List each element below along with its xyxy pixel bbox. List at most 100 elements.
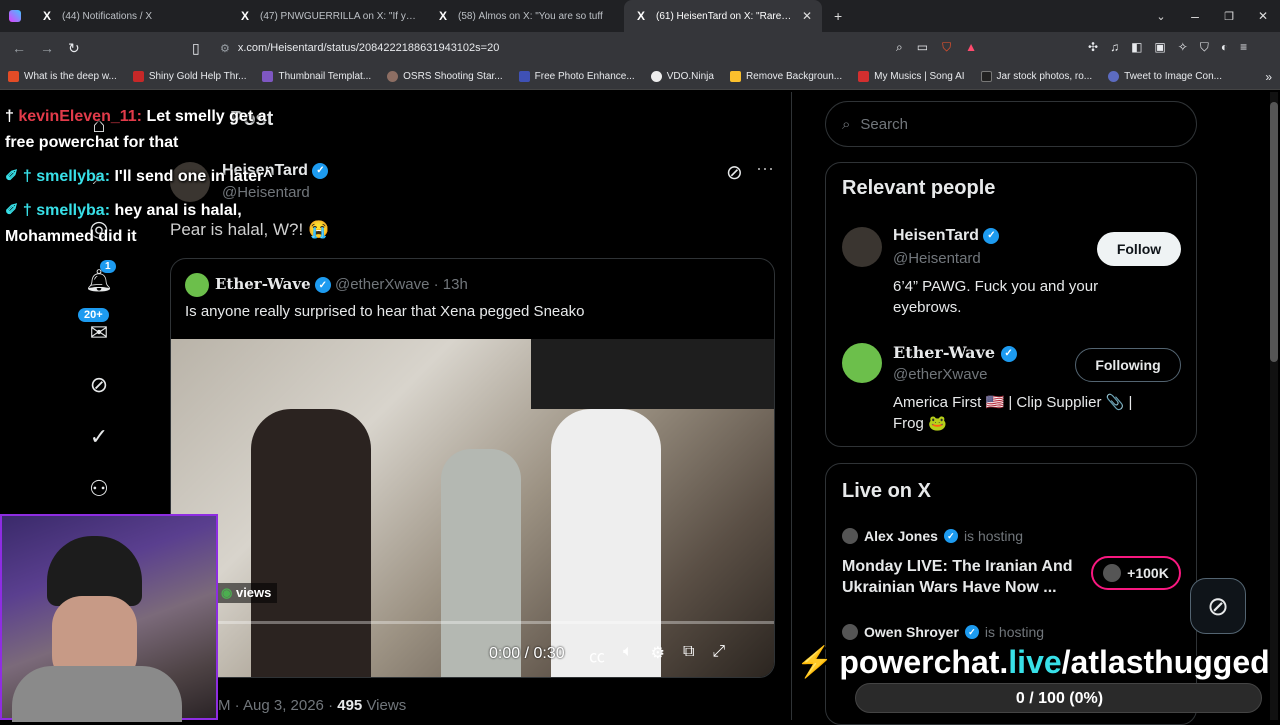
wallet-icon[interactable]: ▣ (1154, 40, 1165, 55)
zoom-icon[interactable]: ⌕ (896, 40, 903, 55)
person-name[interactable]: Ether-Wave (893, 343, 995, 362)
quoted-time: · 13h (433, 276, 468, 293)
bookmark-item[interactable]: Jar stock photos, ro... (973, 71, 1101, 82)
post-timestamp[interactable]: M · Aug 3, 2026 · (218, 697, 333, 714)
back-icon[interactable]: ← (12, 40, 26, 56)
host-status: is hosting (984, 624, 1045, 640)
forward-icon[interactable]: → (40, 40, 54, 56)
tab-title: (47) PNWGUERRILLA on X: "If you ha (260, 10, 416, 22)
media-icon[interactable]: ♫ (1110, 40, 1119, 55)
restore-icon[interactable]: ❐ (1212, 10, 1246, 23)
close-tab-icon[interactable]: ✕ (802, 9, 812, 23)
person-name-row: Ether-Wave ✓ (893, 343, 1017, 362)
live-title[interactable]: Monday LIVE: The Iranian And Ukrainian W… (842, 556, 1082, 598)
person-handle: @Heisentard (893, 250, 981, 267)
tab-title: (61) HeisenTard on X: "Rare snea (656, 10, 794, 22)
browser-tab[interactable]: X (47) PNWGUERRILLA on X: "If you ha (228, 0, 426, 32)
following-button[interactable]: Following (1075, 348, 1181, 382)
search-placeholder: Search (860, 115, 908, 133)
notification-badge: 1 (100, 260, 116, 273)
notifications-icon[interactable]: 🔔︎ 1 (84, 260, 116, 296)
tab-title: (58) Álmos on X: "You are so tuff (458, 10, 603, 22)
goal-progress-bar: 0 / 100 (0%) (855, 683, 1262, 713)
video-player[interactable]: ◉ views 0:00 / 0:30 ㏄ 🔈︎ ⚙ ⧉ ⤢ (171, 339, 774, 677)
brave-rewards-icon[interactable]: ▲ (965, 40, 977, 55)
profile-icon[interactable]: ◐ (1221, 40, 1228, 55)
post-views-label: Views (366, 697, 407, 714)
messages-icon[interactable]: ✉ 20+ (78, 308, 114, 348)
close-window-icon[interactable]: ✕ (1246, 9, 1280, 23)
post-views-count: 495 (337, 697, 363, 714)
scrollbar-thumb[interactable] (1270, 102, 1278, 362)
person-name[interactable]: HeisenTard (893, 227, 979, 244)
range-hood (531, 339, 774, 409)
follow-button[interactable]: Follow (1097, 232, 1181, 266)
bookmark-icon[interactable]: ▯ (192, 40, 200, 57)
x-logo-icon: X (438, 9, 447, 23)
bookmark-item[interactable]: OSRS Shooting Star... (379, 71, 511, 82)
minimize-icon[interactable]: – (1178, 8, 1212, 24)
grok-float-button[interactable]: ⊘ (1190, 578, 1246, 634)
bookmark-item[interactable]: What is the deep w... (0, 71, 125, 82)
popout-icon[interactable]: ⧉ (683, 643, 694, 667)
goal-progress-text: 0 / 100 (0%) (1015, 690, 1104, 707)
vpn-icon[interactable]: ⛉ (1200, 40, 1209, 55)
webcam-hoodie (12, 666, 182, 722)
bookmark-item[interactable]: Free Photo Enhance... (511, 71, 643, 82)
profile-nav-icon[interactable]: ⚇ (84, 474, 114, 504)
bookmark-item[interactable]: My Musics | Song AI (850, 71, 972, 82)
bookmark-item[interactable]: Remove Backgroun... (722, 71, 850, 82)
avatar[interactable] (842, 227, 882, 267)
site-info-icon[interactable]: ⚙ (220, 42, 230, 55)
brave-shield-icon[interactable]: ⛉ (942, 40, 951, 55)
bookmark-item[interactable]: VDO.Ninja (643, 71, 722, 82)
live-host-row[interactable]: Alex Jones ✓ is hosting (842, 528, 1023, 544)
post-meta: M · Aug 3, 2026 · 495 Views (218, 697, 406, 714)
browser-tab[interactable]: X (58) Álmos on X: "You are so tuff (426, 0, 624, 32)
host-name: Alex Jones (864, 528, 938, 544)
quoted-author-name: Ether-Wave (215, 275, 311, 293)
video-progress[interactable] (171, 621, 774, 624)
video-figure (441, 449, 521, 677)
bookmarks-overflow-icon[interactable]: » (1257, 70, 1280, 84)
bookmarks-bar: What is the deep w... Shiny Gold Help Th… (0, 64, 1280, 90)
reload-icon[interactable]: ↻ (68, 40, 80, 57)
captions-icon[interactable]: ㏄ (589, 643, 605, 667)
browser-menu-icon[interactable] (0, 10, 30, 22)
cast-icon[interactable]: ▭ (917, 40, 928, 55)
leo-icon[interactable]: ✧ (1178, 40, 1188, 55)
live-host-row[interactable]: Owen Shroyer ✓ is hosting (842, 624, 1044, 640)
search-icon: ⌕ (842, 115, 851, 133)
search-input[interactable]: ⌕ Search (825, 101, 1197, 147)
verified-icon[interactable]: ✓ (84, 422, 114, 452)
bookmark-item[interactable]: Thumbnail Templat... (254, 71, 379, 82)
browser-tab[interactable]: X (44) Notifications / X (30, 0, 228, 32)
avatar (185, 273, 209, 297)
bookmark-item[interactable]: Shiny Gold Help Thr... (125, 71, 255, 82)
live-listeners-pill[interactable]: +100K (1091, 556, 1181, 590)
listener-count: +100K (1127, 565, 1169, 581)
grok-icon[interactable]: ⊘ (84, 370, 114, 400)
extensions-icon[interactable]: ✣ (1088, 40, 1098, 55)
quoted-post[interactable]: Ether-Wave ✓ @etherXwave · 13h Is anyone… (170, 258, 775, 678)
volume-icon[interactable]: 🔈︎ (623, 643, 633, 667)
sidebar-icon[interactable]: ◧ (1131, 40, 1142, 55)
video-time: 0:00 / 0:30 (489, 645, 565, 662)
quoted-author-handle: @etherXwave (334, 276, 430, 293)
avatar (1103, 564, 1122, 582)
bookmark-item[interactable]: Tweet to Image Con... (1100, 71, 1230, 82)
browser-tab-active[interactable]: X (61) HeisenTard on X: "Rare snea ✕ (624, 0, 822, 32)
menu-icon[interactable]: ≡ (1240, 40, 1247, 55)
avatar[interactable] (842, 343, 882, 383)
more-options-icon[interactable]: ··· (756, 158, 774, 179)
new-tab-icon[interactable]: + (834, 8, 842, 24)
grok-icon[interactable]: ⊘ (726, 160, 743, 185)
page-scrollbar[interactable] (1270, 92, 1278, 720)
x-logo-icon: X (636, 9, 645, 23)
video-controls: ㏄ 🔈︎ ⚙ ⧉ ⤢ (589, 643, 725, 667)
panel-title: Live on X (842, 480, 931, 502)
views-badge: ◉ views (215, 583, 278, 603)
fullscreen-icon[interactable]: ⤢ (712, 643, 725, 667)
tab-list-chevron-icon[interactable]: ⌄ (1144, 10, 1178, 23)
settings-icon[interactable]: ⚙ (651, 643, 665, 667)
